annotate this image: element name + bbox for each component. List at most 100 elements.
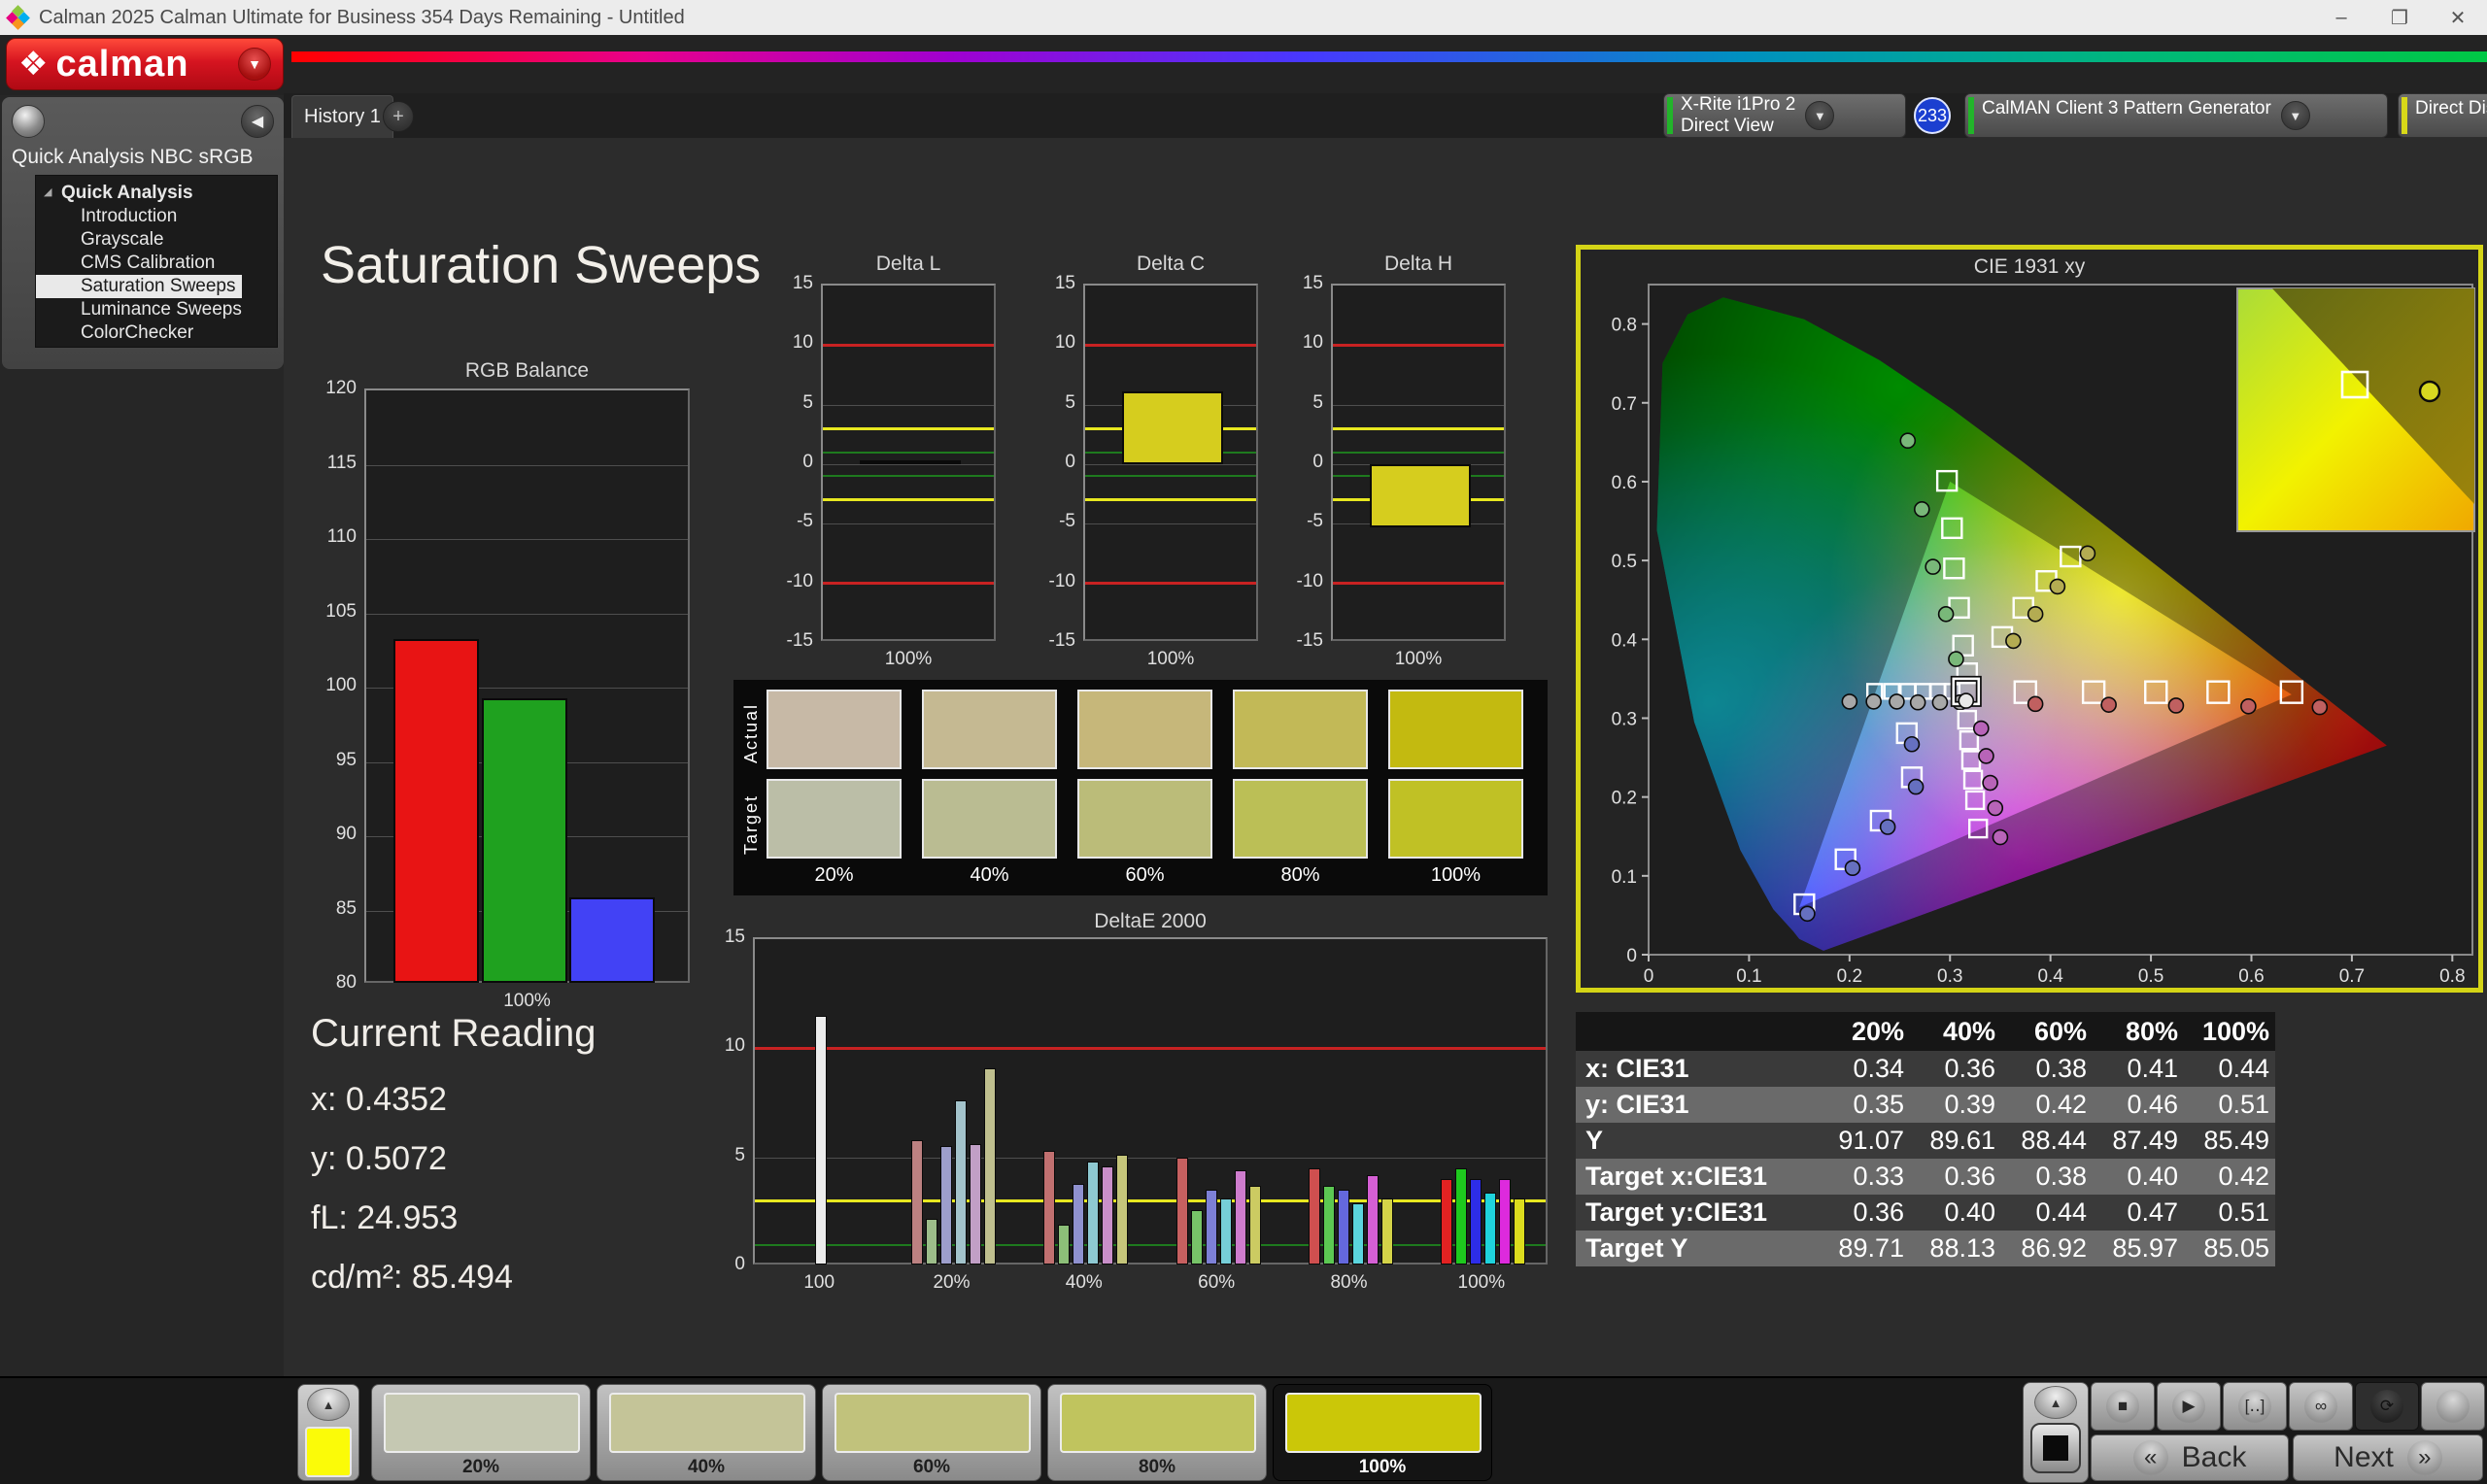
- sidebar-sphere-button[interactable]: [12, 105, 45, 138]
- table-column-header: 80%: [2125, 1016, 2178, 1046]
- deltae-bar: [1309, 1167, 1320, 1265]
- refresh-icon: ⟳: [2370, 1390, 2403, 1423]
- current-reading: Current Reading x: 0.4352 y: 0.5072 fL: 24…: [311, 1012, 596, 1318]
- current-reading-value: cd/m²: 85.494: [311, 1259, 513, 1296]
- sidebar-item-grayscale[interactable]: Grayscale: [36, 228, 277, 252]
- sidebar-item-introduction[interactable]: Introduction: [36, 205, 277, 228]
- patch-button-100%[interactable]: 100%: [1273, 1384, 1492, 1481]
- ref-line: [823, 343, 994, 347]
- table-cell: 88.13: [1929, 1233, 1995, 1263]
- meter-chevron-icon[interactable]: ▼: [1805, 101, 1835, 130]
- patch-button-40%[interactable]: 40%: [596, 1384, 816, 1481]
- deltae-bar: [1058, 1225, 1071, 1265]
- deltae-bar: [815, 1015, 828, 1265]
- deltae-bar: [1484, 1192, 1497, 1265]
- cie-1931-panel[interactable]: CIE 1931 xy 0 0.1 0.2 0.3 0.4 0.5 0.6 0.7 0.8 0 0.…: [1576, 245, 2483, 993]
- patch-button-20%[interactable]: 20%: [371, 1384, 591, 1481]
- table-row: Target x:CIE31 0.33 0.36 0.38 0.40 0.42: [1576, 1159, 2275, 1195]
- table-row: Y 91.07 89.61 88.44 87.49 85.49: [1576, 1123, 2275, 1159]
- ref-line: [1085, 498, 1256, 502]
- svg-text:0.1: 0.1: [1736, 966, 1761, 987]
- rgb-bar-blue: [569, 896, 655, 983]
- patch-color-swatch: [384, 1393, 580, 1453]
- titlebar: Calman 2025 Calman Ultimate for Business…: [0, 0, 2487, 35]
- actual-swatch-20%: [767, 690, 902, 769]
- patch-tray-toggle[interactable]: ▲: [297, 1384, 359, 1481]
- svg-text:0.4: 0.4: [1612, 630, 1638, 651]
- next-button[interactable]: Next »: [2293, 1434, 2483, 1481]
- delta_c-bar: [1122, 391, 1223, 464]
- sidebar-collapse-icon[interactable]: ◀: [241, 105, 274, 138]
- deltae-bar: [1248, 1185, 1261, 1265]
- current-patch-swatch: [305, 1427, 352, 1477]
- target-swatch-80%: [1233, 779, 1368, 859]
- transport-tray-toggle[interactable]: ▲: [2023, 1382, 2089, 1483]
- sidebar-item-screen-uniformity[interactable]: Screen Uniformity: [36, 345, 277, 347]
- tree-root-quick-analysis[interactable]: ◢ Quick Analysis: [36, 182, 277, 205]
- patch-button-60%[interactable]: 60%: [822, 1384, 1041, 1481]
- ref-line: [1085, 343, 1256, 347]
- table-cell: 0.46: [2127, 1090, 2178, 1119]
- patch-button-80%[interactable]: 80%: [1047, 1384, 1267, 1481]
- table-cell: 0.40: [2127, 1162, 2178, 1191]
- deltae-bar: [940, 1146, 952, 1265]
- sidebar-item-cms-calibration[interactable]: CMS Calibration: [36, 252, 277, 275]
- calman-menu-chevron-icon[interactable]: ▼: [238, 48, 271, 81]
- deltae-bar: [926, 1218, 937, 1265]
- transport-stop-button[interactable]: ■: [2091, 1382, 2155, 1431]
- svg-text:0.3: 0.3: [1612, 709, 1637, 729]
- display-control-dropdown[interactable]: Direct Display Control ▼: [2398, 93, 2487, 138]
- meter-count-badge[interactable]: 233: [1914, 97, 1951, 134]
- app-window: Calman 2025 Calman Ultimate for Business…: [0, 0, 2487, 1484]
- table-column-header: 100%: [2201, 1016, 2269, 1046]
- meter-dropdown[interactable]: X-Rite i1Pro 2 Direct View ▼: [1663, 93, 1906, 138]
- sidebar-item-saturation-sweeps[interactable]: Saturation Sweeps: [36, 275, 242, 298]
- svg-text:0.2: 0.2: [1612, 789, 1637, 809]
- table-column-header: 60%: [2033, 1016, 2087, 1046]
- table-cell: 0.39: [1944, 1090, 1995, 1119]
- table-cell: 0.47: [2127, 1197, 2178, 1227]
- transport-loop-button[interactable]: ∞: [2289, 1382, 2353, 1431]
- pattern-generator-label: CalMAN Client 3 Pattern Generator: [1982, 98, 2271, 118]
- current-reading-value: fL: 24.953: [311, 1199, 459, 1236]
- page-title: Saturation Sweeps: [321, 236, 762, 294]
- deltae-bar: [1367, 1174, 1379, 1265]
- transport-refresh-button[interactable]: ⟳: [2355, 1382, 2419, 1431]
- deltae-bar: [1205, 1190, 1217, 1265]
- transport-up-arrow-icon[interactable]: ▲: [2034, 1386, 2077, 1419]
- transport-step-button[interactable]: [‥]: [2223, 1382, 2287, 1431]
- actual-target-swatches: Actual Target 20% 40% 60% 80% 100%: [733, 680, 1548, 895]
- maximize-icon[interactable]: ❐: [2370, 1, 2429, 34]
- sidebar-item-luminance-sweeps[interactable]: Luminance Sweeps: [36, 298, 277, 321]
- back-button[interactable]: « Back: [2091, 1434, 2289, 1481]
- table-cell: 87.49: [2112, 1126, 2178, 1155]
- table-cell: 85.49: [2203, 1126, 2269, 1155]
- deltae-bar: [1116, 1155, 1129, 1265]
- rgb-bar-green: [482, 697, 567, 983]
- tray-up-arrow-icon[interactable]: ▲: [307, 1388, 350, 1421]
- svg-text:0.1: 0.1: [1612, 867, 1637, 888]
- transport-blank-button[interactable]: [2421, 1382, 2485, 1431]
- pattern-generator-dropdown[interactable]: CalMAN Client 3 Pattern Generator ▼: [1964, 93, 2388, 138]
- transport-play-button[interactable]: ▶: [2157, 1382, 2221, 1431]
- target-swatch-60%: [1077, 779, 1212, 859]
- target-swatch-40%: [922, 779, 1057, 859]
- rgb-bar-red: [393, 638, 479, 983]
- ref-line: [823, 475, 994, 478]
- table-cell: 0.44: [2035, 1197, 2087, 1227]
- close-icon[interactable]: ✕: [2429, 1, 2487, 34]
- table-cell: 0.35: [1853, 1090, 1904, 1119]
- tab-history-1[interactable]: History 1: [291, 95, 393, 138]
- calman-diamond-icon: ❖: [18, 46, 49, 83]
- patch-color-swatch: [1060, 1393, 1256, 1453]
- delta_l-plot: [821, 284, 996, 641]
- pattern-window-button[interactable]: [2030, 1423, 2081, 1473]
- tree-expander-icon[interactable]: ◢: [44, 186, 51, 198]
- calman-menu-button[interactable]: ❖ calman ▼: [6, 38, 284, 90]
- delta_l-bar: [860, 460, 961, 465]
- header-band: ❖ calman ▼: [0, 35, 2487, 95]
- pattern-generator-chevron-icon[interactable]: ▼: [2280, 101, 2310, 130]
- sidebar-item-colorchecker[interactable]: ColorChecker: [36, 321, 277, 345]
- add-tab-button[interactable]: +: [383, 101, 414, 132]
- minimize-icon[interactable]: –: [2312, 1, 2370, 34]
